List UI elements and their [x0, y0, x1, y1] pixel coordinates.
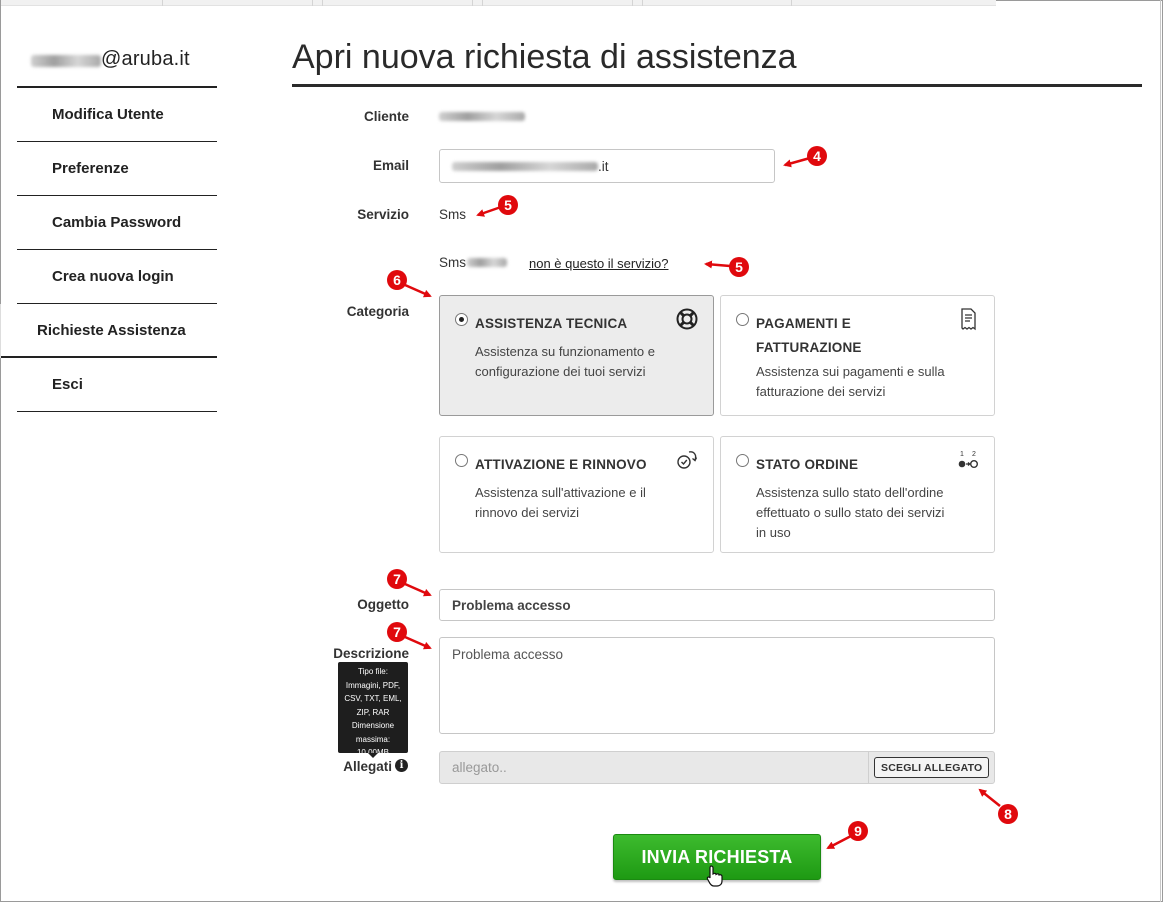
svg-text:2: 2	[972, 451, 976, 458]
category-title: PAGAMENTI E FATTURAZIONE	[756, 316, 862, 355]
sidebar-item-richieste-assistenza[interactable]: Richieste Assistenza	[1, 304, 217, 358]
category-desc: Assistenza su funzionamento e configuraz…	[475, 344, 655, 379]
sidebar-item-modifica-utente[interactable]: Modifica Utente	[17, 88, 217, 142]
category-desc: Assistenza sullo stato dell'ordine effet…	[756, 485, 945, 540]
receipt-icon	[961, 308, 976, 331]
email-suffix: .it	[598, 158, 609, 174]
allegati-tooltip: Tipo file: Immagini, PDF, CSV, TXT, EML,…	[338, 662, 408, 758]
user-email-domain: @aruba.it	[101, 48, 190, 70]
cliente-label: Cliente	[363, 109, 409, 124]
category-radio-stato-ordine[interactable]	[736, 454, 749, 467]
category-title: ATTIVAZIONE E RINNOVO	[475, 457, 647, 472]
descrizione-label: Descrizione	[333, 646, 409, 661]
attachment-input[interactable]: allegato..	[452, 760, 507, 775]
attachment-divider	[868, 752, 869, 783]
category-title: STATO ORDINE	[756, 457, 859, 472]
svg-text:1: 1	[960, 451, 964, 458]
redacted-cliente	[439, 112, 525, 121]
user-email: @aruba.it	[17, 40, 217, 88]
descrizione-textarea[interactable]: Problema accesso	[439, 637, 995, 734]
oggetto-label: Oggetto	[357, 597, 409, 612]
category-card-attivazione[interactable]: ATTIVAZIONE E RINNOVO Assistenza sull'at…	[439, 436, 714, 553]
service-name: Sms	[439, 255, 507, 270]
allegati-label: Allegati	[343, 759, 392, 774]
choose-attachment-button[interactable]: SCEGLI ALLEGATO	[874, 757, 990, 778]
categoria-label: Categoria	[346, 304, 409, 319]
change-service-link[interactable]: non è questo il servizio?	[529, 256, 668, 271]
category-card-stato-ordine[interactable]: STATO ORDINE Assistenza sullo stato dell…	[720, 436, 995, 553]
redacted-email	[452, 162, 598, 171]
info-icon[interactable]: i	[395, 759, 408, 772]
servizio-value: Sms	[439, 207, 466, 222]
email-field[interactable]: .it	[439, 149, 775, 183]
category-card-assistenza-tecnica[interactable]: ASSISTENZA TECNICA Assistenza su funzion…	[439, 295, 714, 416]
sidebar-item-esci[interactable]: Esci	[17, 358, 217, 412]
service-name-prefix: Sms	[439, 255, 466, 270]
oggetto-input[interactable]: Problema accesso	[439, 589, 995, 621]
attachment-field[interactable]: allegato.. SCEGLI ALLEGATO	[439, 751, 995, 784]
category-radio-pagamenti[interactable]	[736, 313, 749, 326]
lifebuoy-icon	[676, 308, 698, 330]
renew-icon	[677, 451, 698, 469]
submit-request-button[interactable]: INVIA RICHIESTA	[613, 834, 821, 880]
sidebar-item-preferenze[interactable]: Preferenze	[17, 142, 217, 196]
redacted-service-name	[467, 258, 507, 267]
servizio-label: Servizio	[357, 207, 409, 222]
page-title: Apri nuova richiesta di assistenza	[292, 38, 797, 76]
sidebar-item-crea-nuova-login[interactable]: Crea nuova login	[17, 250, 217, 304]
title-divider	[292, 84, 1142, 87]
order-steps-icon: 1 2	[958, 451, 978, 468]
account-sidebar: @aruba.it Modifica Utente Preferenze Cam…	[1, 40, 217, 412]
category-radio-attivazione[interactable]	[455, 454, 468, 467]
category-desc: Assistenza sull'attivazione e il rinnovo…	[475, 485, 646, 520]
category-card-pagamenti[interactable]: PAGAMENTI E FATTURAZIONE Assistenza sui …	[720, 295, 995, 416]
email-label: Email	[372, 158, 409, 173]
category-desc: Assistenza sui pagamenti e sulla fattura…	[756, 364, 945, 399]
category-radio-assistenza-tecnica[interactable]	[455, 313, 468, 326]
sidebar-item-cambia-password[interactable]: Cambia Password	[17, 196, 217, 250]
top-tab-strip	[1, 0, 996, 6]
category-title: ASSISTENZA TECNICA	[475, 316, 628, 331]
right-border	[1160, 0, 1161, 902]
redacted-username	[31, 55, 101, 67]
